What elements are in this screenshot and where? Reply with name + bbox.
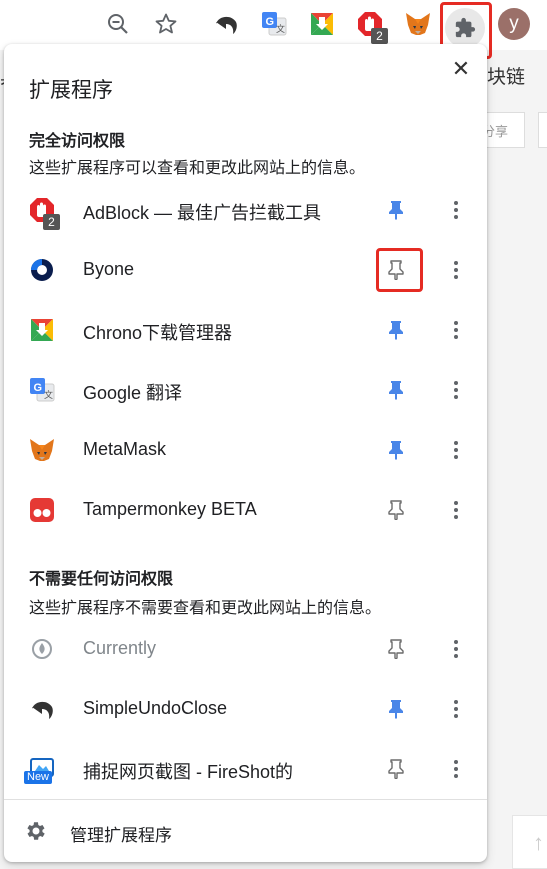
- up-arrow-icon[interactable]: ↑: [533, 830, 544, 856]
- more-vert-icon[interactable]: [444, 438, 468, 462]
- list-item-google-translate[interactable]: G文 Google 翻译: [4, 362, 487, 418]
- fireshot-icon: New: [24, 755, 56, 784]
- metamask-fox-icon: [28, 436, 56, 464]
- extension-name: Currently: [83, 638, 157, 658]
- list-item-metamask[interactable]: MetaMask: [4, 422, 487, 478]
- list-item-tampermonkey[interactable]: Tampermonkey BETA: [4, 482, 487, 538]
- pin-icon-pinned[interactable]: [384, 438, 408, 462]
- more-vert-icon[interactable]: [444, 697, 468, 721]
- svg-text:文: 文: [276, 23, 285, 35]
- manage-extensions-button[interactable]: 管理扩展程序: [4, 800, 487, 862]
- pin-icon-pinned[interactable]: [384, 697, 408, 721]
- extension-name: Google 翻译: [83, 383, 183, 403]
- google-translate-icon: G文: [28, 376, 56, 404]
- avatar[interactable]: y: [498, 8, 530, 40]
- pin-icon-pinned[interactable]: [384, 198, 408, 222]
- section-desc-no-access: 这些扩展程序不需要查看和更改此网站上的信息。: [29, 600, 382, 617]
- adblock-icon[interactable]: 2: [356, 10, 388, 44]
- currently-icon: [28, 635, 56, 663]
- section-title-no-access: 不需要任何访问权限: [29, 571, 174, 588]
- background-text-right: 块链: [487, 67, 526, 88]
- browser-toolbar: G文 2 y: [0, 0, 547, 59]
- pin-icon-unpinned[interactable]: [384, 757, 408, 781]
- more-vert-icon[interactable]: [444, 258, 468, 282]
- bookmark-star-icon[interactable]: [152, 10, 180, 38]
- svg-text:G: G: [34, 382, 43, 394]
- more-vert-icon[interactable]: [444, 198, 468, 222]
- google-translate-icon[interactable]: G文: [260, 10, 288, 38]
- extension-name: SimpleUndoClose: [83, 698, 228, 718]
- adblock-icon: 2: [28, 196, 60, 230]
- section-title-full-access: 完全访问权限: [29, 133, 126, 150]
- simple-undo-close-icon[interactable]: [212, 10, 240, 38]
- extension-name: Byone: [83, 259, 135, 279]
- pin-icon-pinned[interactable]: [384, 378, 408, 402]
- close-icon[interactable]: ✕: [449, 56, 473, 81]
- adblock-count-badge: 2: [43, 214, 60, 230]
- svg-text:文: 文: [44, 389, 53, 401]
- new-badge: New: [24, 771, 53, 784]
- more-vert-icon[interactable]: [444, 498, 468, 522]
- tampermonkey-icon: [28, 496, 56, 524]
- svg-text:G: G: [266, 16, 275, 28]
- extension-name: Chrono下载管理器: [83, 323, 233, 343]
- simple-undo-close-icon: [28, 695, 56, 723]
- extensions-button[interactable]: [445, 8, 485, 48]
- list-item-currently[interactable]: Currently: [4, 621, 487, 677]
- more-vert-icon[interactable]: [444, 378, 468, 402]
- more-vert-icon[interactable]: [444, 757, 468, 781]
- gear-icon: [24, 819, 48, 843]
- extensions-menu: 扩展程序 ✕ 完全访问权限 这些扩展程序可以查看和更改此网站上的信息。 2 Ad…: [4, 44, 487, 862]
- section-desc-full-access: 这些扩展程序可以查看和更改此网站上的信息。: [29, 160, 366, 177]
- puzzle-icon: [455, 17, 476, 38]
- pin-icon-unpinned[interactable]: [384, 637, 408, 661]
- more-vert-icon[interactable]: [444, 318, 468, 342]
- list-item-simpleundoclose[interactable]: SimpleUndoClose: [4, 681, 487, 737]
- byone-icon: [28, 256, 56, 284]
- list-item-adblock[interactable]: 2 AdBlock — 最佳广告拦截工具: [4, 182, 487, 238]
- metamask-fox-icon[interactable]: [404, 10, 432, 38]
- background-box: [538, 112, 547, 148]
- pin-icon-pinned[interactable]: [384, 318, 408, 342]
- list-item-chrono[interactable]: Chrono下载管理器: [4, 302, 487, 358]
- extension-name: MetaMask: [83, 439, 167, 459]
- extension-name: AdBlock — 最佳广告拦截工具: [83, 203, 322, 223]
- panel-title: 扩展程序: [29, 79, 113, 102]
- pin-icon-unpinned[interactable]: [384, 258, 408, 282]
- chrono-download-icon[interactable]: [308, 10, 336, 38]
- chrono-download-icon: [28, 316, 56, 344]
- extension-name: Tampermonkey BETA: [83, 499, 257, 519]
- zoom-out-icon[interactable]: [104, 10, 132, 38]
- manage-extensions-label: 管理扩展程序: [70, 826, 172, 845]
- list-item-fireshot[interactable]: New 捕捉网页截图 - FireShot的: [4, 741, 487, 797]
- more-vert-icon[interactable]: [444, 637, 468, 661]
- adblock-count-badge: 2: [371, 28, 388, 44]
- pin-icon-unpinned[interactable]: [384, 498, 408, 522]
- list-item-byone[interactable]: Byone: [4, 242, 487, 298]
- extension-name: 捕捉网页截图 - FireShot的: [83, 762, 294, 782]
